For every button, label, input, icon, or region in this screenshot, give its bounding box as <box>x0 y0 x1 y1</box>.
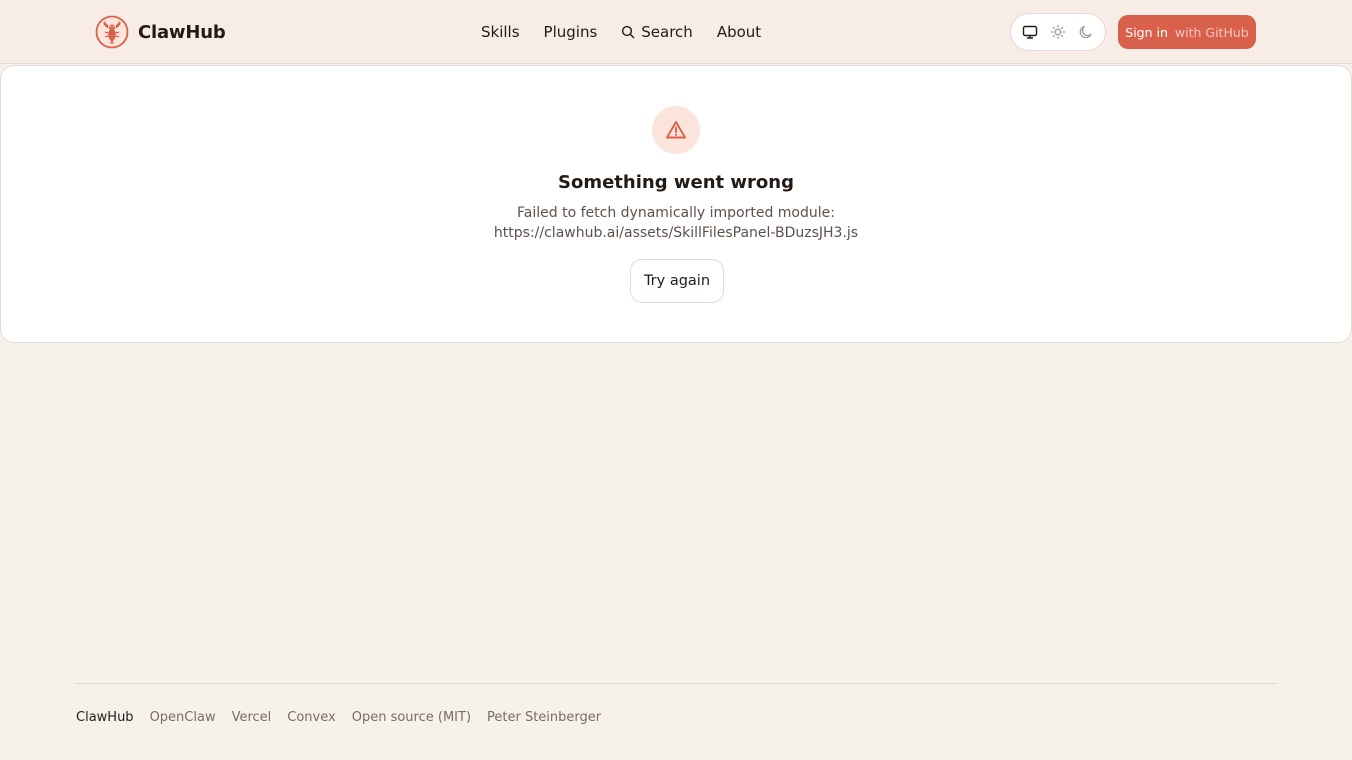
signin-github-button[interactable]: Sign in with GitHub <box>1118 15 1256 49</box>
nav-link-skills[interactable]: Skills <box>481 23 520 41</box>
error-card: Something went wrong Failed to fetch dyn… <box>0 65 1352 343</box>
search-icon <box>622 25 635 39</box>
error-module-url: https://clawhub.ai/assets/SkillFilesPane… <box>493 225 859 241</box>
try-again-button[interactable]: Try again <box>630 259 724 303</box>
warning-triangle-icon <box>666 121 686 139</box>
footer-link-convex[interactable]: Convex <box>287 710 335 725</box>
footer-link-clawhub[interactable]: ClawHub <box>76 710 134 725</box>
error-message-line: Failed to fetch dynamically imported mod… <box>517 205 835 221</box>
footer-link-openclaw[interactable]: OpenClaw <box>150 710 216 725</box>
theme-system-button[interactable] <box>1017 19 1043 45</box>
nav-search-label: Search <box>641 23 693 41</box>
error-title: Something went wrong <box>558 172 794 193</box>
nav-link-search[interactable]: Search <box>621 23 693 41</box>
signin-sub-label: with GitHub <box>1174 24 1249 40</box>
footer-link-open-source[interactable]: Open source (MIT) <box>352 710 471 725</box>
top-header: ClawHub Skills Plugins Search About Sign… <box>0 0 1352 64</box>
sun-icon <box>1050 24 1066 40</box>
nav-link-plugins[interactable]: Plugins <box>544 23 598 41</box>
theme-switcher <box>1010 13 1106 51</box>
site-footer: ClawHub OpenClaw Vercel Convex Open sour… <box>76 707 601 727</box>
system-monitor-icon <box>1022 25 1038 39</box>
footer-divider <box>76 683 1276 684</box>
footer-link-author[interactable]: Peter Steinberger <box>487 710 601 725</box>
moon-icon <box>1079 25 1092 39</box>
signin-label: Sign in <box>1125 24 1168 40</box>
main-nav: Skills Plugins Search About <box>481 21 761 43</box>
lobster-logo-icon <box>95 15 129 49</box>
footer-link-vercel[interactable]: Vercel <box>232 710 272 725</box>
error-icon-badge <box>652 106 700 154</box>
theme-light-button[interactable] <box>1045 19 1071 45</box>
theme-dark-button[interactable] <box>1073 19 1099 45</box>
brand-name: ClawHub <box>138 21 226 43</box>
error-message: Failed to fetch dynamically imported mod… <box>1 203 1351 243</box>
nav-link-about[interactable]: About <box>717 23 761 41</box>
brand-link[interactable]: ClawHub <box>95 15 226 49</box>
